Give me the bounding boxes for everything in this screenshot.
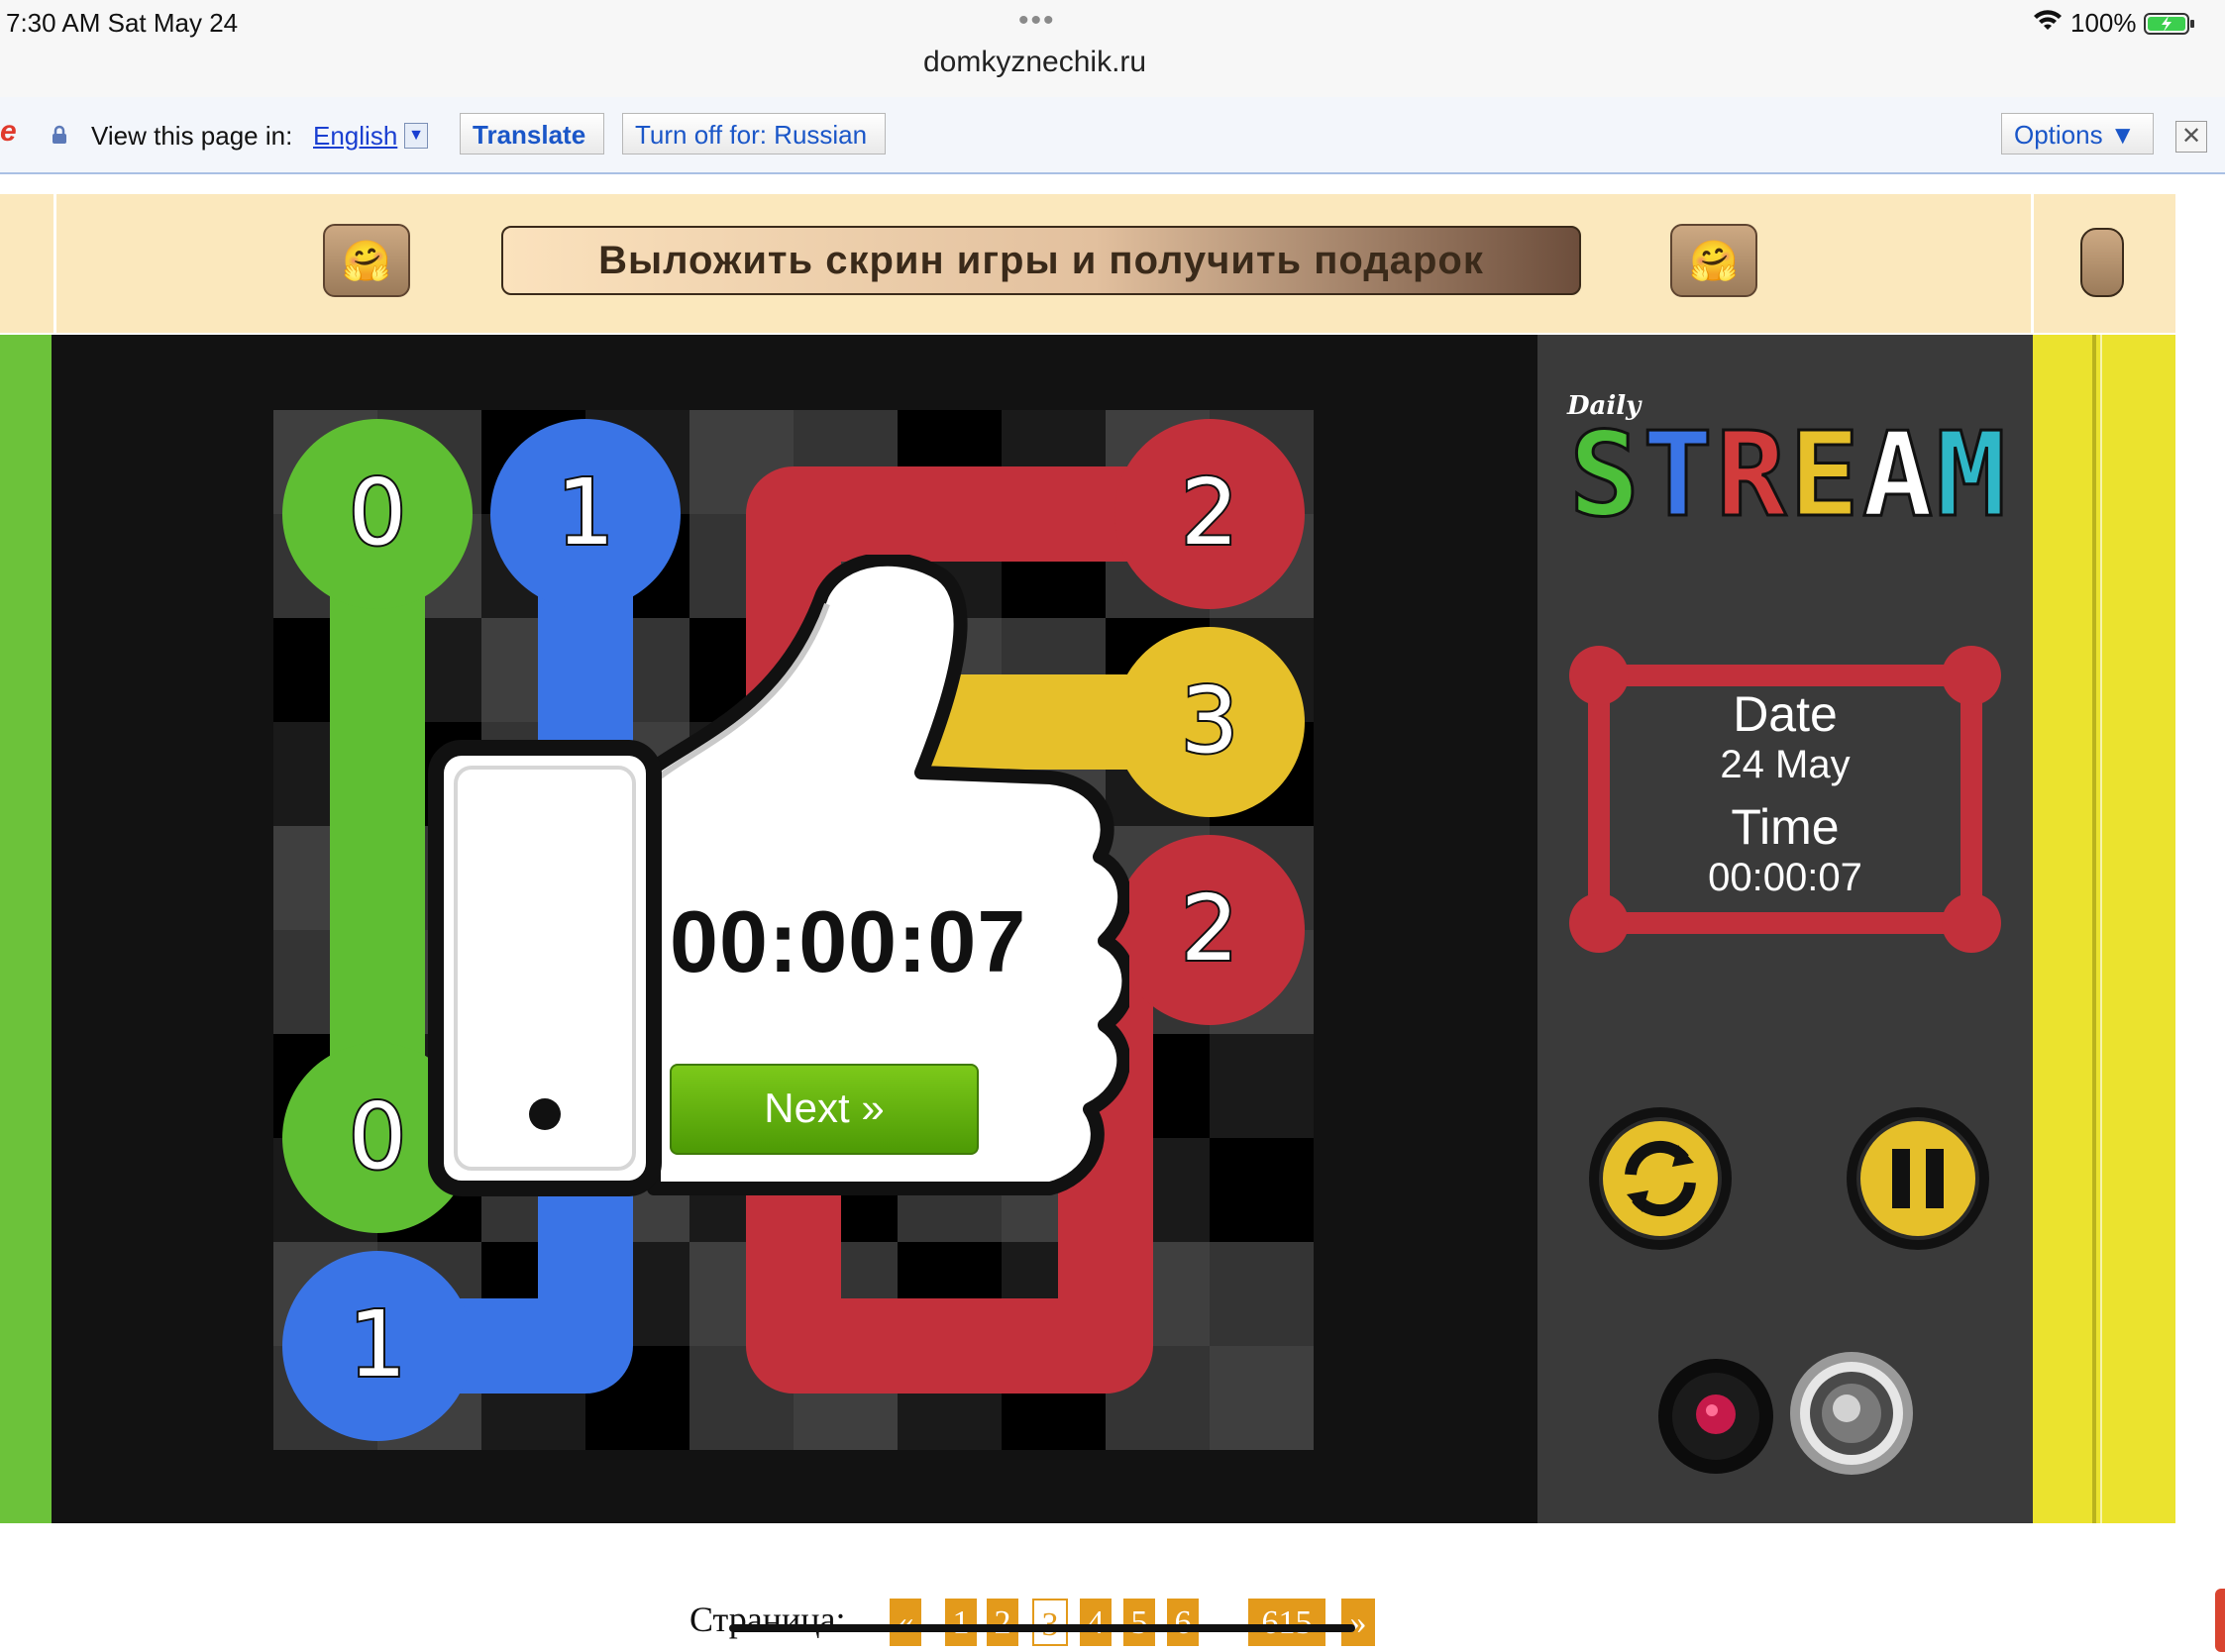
endpoint-number: 1 (349, 1291, 407, 1397)
endpoint-number: 3 (1181, 668, 1239, 774)
close-icon[interactable]: ✕ (2175, 121, 2207, 153)
address-bar-domain[interactable]: domkyznechik.ru (923, 46, 1146, 79)
google-logo-fragment: e (0, 115, 17, 148)
page-link-current: 3 (1032, 1599, 1068, 1646)
endpoint-number: 2 (1181, 876, 1239, 981)
language-link[interactable]: English (313, 121, 397, 152)
prev-page-link[interactable]: « (890, 1599, 921, 1646)
record-icon[interactable] (1656, 1357, 1775, 1476)
pagination-label: Страница: (689, 1600, 846, 1639)
battery-charging-icon (2144, 13, 2194, 35)
page-link-2[interactable]: 2 (987, 1599, 1018, 1646)
logo-letter: M (1936, 406, 2006, 535)
hug-emoji-button-right[interactable]: 🤗 (1670, 224, 1757, 297)
left-green-strip (0, 335, 52, 1523)
right-yellow-strip (2033, 335, 2175, 1523)
lock-icon (53, 125, 66, 144)
page-link-4[interactable]: 4 (1080, 1599, 1112, 1646)
page-link-6[interactable]: 6 (1167, 1599, 1199, 1646)
strip-highlight (2100, 335, 2102, 1523)
translate-label: View this page in: (91, 121, 293, 151)
pause-button[interactable] (1845, 1105, 1991, 1252)
page-link-last[interactable]: 615 (1248, 1599, 1325, 1646)
time-label: Time (1731, 799, 1840, 855)
page-link-5[interactable]: 5 (1123, 1599, 1155, 1646)
translate-button[interactable]: Translate (460, 113, 604, 155)
pagination-ellipsis: ... (1211, 1600, 1237, 1639)
wifi-icon (2034, 10, 2062, 30)
ios-status-bar: 7:30 AM Sat May 24 ••• domkyznechik.ru 1… (0, 0, 2225, 97)
logo-letter: A (1862, 406, 1933, 535)
next-level-button[interactable]: Next » (670, 1064, 979, 1155)
strip-divider (2092, 335, 2096, 1523)
logo-letter: S (1569, 406, 1640, 535)
language-dropdown-icon[interactable]: ▼ (404, 123, 428, 149)
date-label: Date (1733, 686, 1838, 742)
daily-stream-logo: Daily STREAM (1566, 391, 2008, 535)
endpoint-number: 2 (1181, 460, 1239, 566)
endpoint-number: 1 (557, 460, 615, 566)
status-time: 7:30 AM Sat May 24 (6, 8, 239, 38)
logo-letter: R (1716, 406, 1787, 535)
win-overlay: 00:00:07 Next » (406, 552, 1136, 1248)
next-page-link[interactable]: » (1341, 1599, 1375, 1646)
endpoint-number: 0 (349, 460, 407, 566)
time-value: 00:00:07 (1708, 856, 1862, 899)
promo-banner: 🤗 Выложить скрин игры и получить подарок… (0, 194, 2175, 333)
translate-bar: e View this page in: English ▼ Translate… (0, 97, 2225, 174)
banner-side-button[interactable] (2080, 228, 2124, 297)
endpoint-number: 0 (349, 1084, 407, 1189)
date-value: 24 May (1720, 743, 1851, 786)
page-link-1[interactable]: 1 (945, 1599, 977, 1646)
turn-off-translate-button[interactable]: Turn off for: Russian (622, 113, 886, 155)
hug-emoji-button-left[interactable]: 🤗 (323, 224, 410, 297)
home-indicator (729, 1624, 1355, 1632)
sound-speaker-icon[interactable] (1787, 1349, 1916, 1478)
translate-options-button[interactable]: Options ▼ (2001, 113, 2154, 155)
logo-letter: E (1789, 406, 1859, 535)
battery-percent: 100% (2070, 8, 2137, 38)
restart-button[interactable] (1587, 1105, 1734, 1252)
side-tab[interactable] (2215, 1589, 2225, 1652)
completion-time: 00:00:07 (670, 892, 1027, 990)
logo-letter: T (1642, 406, 1713, 535)
share-screenshot-button[interactable]: Выложить скрин игры и получить подарок (501, 226, 1581, 295)
tab-dots-icon[interactable]: ••• (1018, 4, 1056, 38)
date-time-panel: Date 24 May Time 00:00:07 (1569, 646, 2001, 953)
banner-left-edge (0, 194, 56, 333)
